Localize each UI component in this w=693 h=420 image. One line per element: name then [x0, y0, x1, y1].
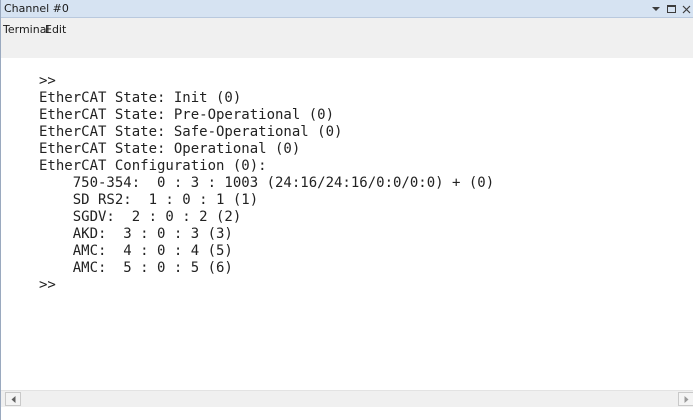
window-title: Channel #0	[4, 2, 69, 15]
terminal-line: >>	[39, 73, 56, 89]
terminal-line: SD RS2: 1 : 0 : 1 (1)	[39, 192, 259, 208]
terminal-line: >>	[39, 277, 56, 293]
menu-bar: Terminal Edit	[1, 18, 693, 58]
terminal-line: AKD: 3 : 0 : 3 (3)	[39, 226, 233, 242]
close-icon[interactable]	[680, 2, 692, 16]
menu-item-edit[interactable]: Edit	[43, 22, 68, 38]
dropdown-icon[interactable]	[650, 2, 662, 16]
terminal-line: SGDV: 2 : 0 : 2 (2)	[39, 209, 242, 225]
terminal-line: 750-354: 0 : 3 : 1003 (24:16/24:16/0:0/0…	[39, 175, 495, 191]
terminal-line: AMC: 4 : 0 : 4 (5)	[39, 243, 233, 259]
scroll-left-icon[interactable]	[5, 392, 21, 406]
scroll-right-icon[interactable]	[678, 392, 693, 406]
horizontal-scrollbar[interactable]	[1, 390, 693, 407]
terminal-line: EtherCAT State: Pre-Operational (0)	[39, 107, 335, 123]
terminal-output[interactable]: >> EtherCAT State: Init (0) EtherCAT Sta…	[1, 62, 693, 390]
maximize-icon[interactable]	[665, 2, 677, 16]
terminal-line: EtherCAT State: Safe-Operational (0)	[39, 124, 343, 140]
window-controls	[647, 1, 692, 17]
terminal-window: Channel #0 Terminal Edit >> EtherCAT Sta…	[0, 0, 693, 420]
terminal-lines: >> EtherCAT State: Init (0) EtherCAT Sta…	[39, 73, 494, 294]
terminal-line: EtherCAT State: Operational (0)	[39, 141, 301, 157]
terminal-line: EtherCAT State: Init (0)	[39, 90, 242, 106]
window-bottom-edge	[1, 407, 693, 420]
terminal-line: EtherCAT Configuration (0):	[39, 158, 267, 174]
title-bar[interactable]: Channel #0	[1, 0, 693, 18]
terminal-line: AMC: 5 : 0 : 5 (6)	[39, 260, 233, 276]
